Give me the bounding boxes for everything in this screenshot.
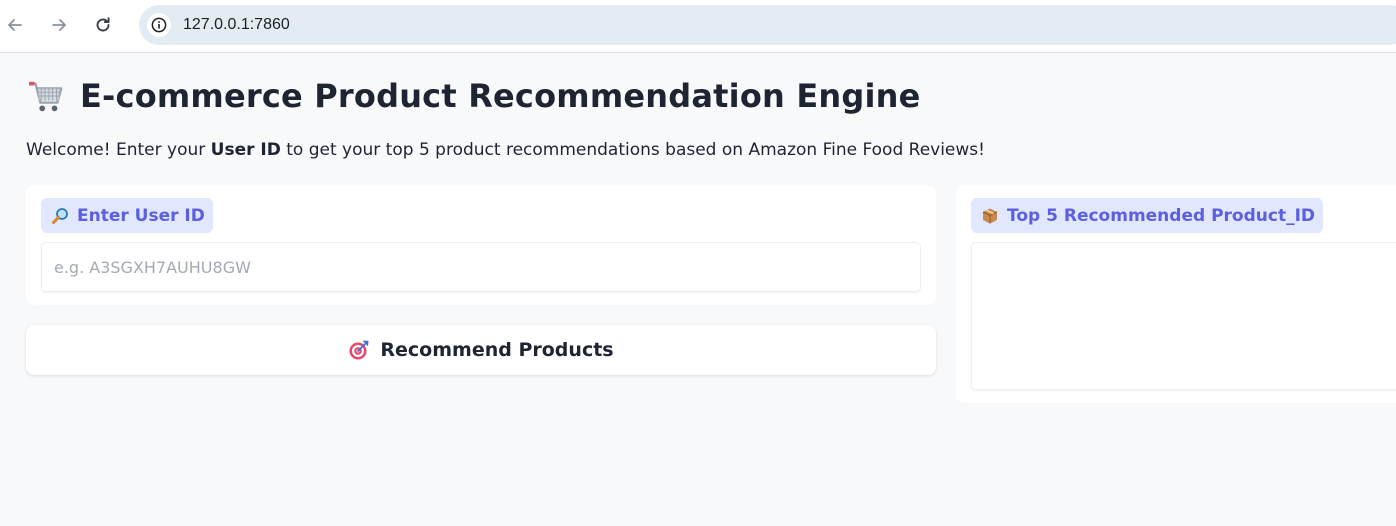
magnifier-icon [52,207,68,224]
browser-toolbar: 127.0.0.1:7860 [0,0,1396,53]
address-bar[interactable]: 127.0.0.1:7860 [139,5,1396,45]
recommendations-label: Top 5 Recommended Product_ID [971,198,1324,233]
reload-button[interactable] [90,12,116,38]
page-title: E-commerce Product Recommendation Engine [80,77,921,115]
recommendations-label-text: Top 5 Recommended Product_ID [1007,205,1316,226]
info-icon [151,17,167,33]
recommend-button-label: Recommend Products [380,339,614,361]
welcome-suffix: to get your top 5 product recommendation… [280,140,985,160]
page-header: E-commerce Product Recommendation Engine [26,72,921,120]
reload-icon [96,17,110,32]
back-arrow-icon [8,19,22,31]
package-icon [982,208,998,223]
forward-button[interactable] [46,12,72,38]
welcome-text: Welcome! Enter your User ID to get your … [26,140,985,160]
user-id-panel: Enter User ID [26,185,936,305]
target-icon [349,340,369,360]
forward-arrow-icon [52,19,66,31]
site-info-button[interactable] [147,13,171,37]
recommend-products-button[interactable]: Recommend Products [26,325,936,375]
user-id-label-text: Enter User ID [77,205,205,226]
recommendations-output[interactable] [971,242,1396,390]
user-id-label: Enter User ID [41,198,213,233]
back-button[interactable] [2,12,28,38]
welcome-bold: User ID [210,140,281,160]
welcome-prefix: Welcome! Enter your [26,140,211,160]
recommendations-panel: Top 5 Recommended Product_ID [956,185,1396,403]
url-text: 127.0.0.1:7860 [183,16,290,33]
shopping-cart-icon [26,76,66,116]
user-id-input[interactable] [41,242,921,292]
